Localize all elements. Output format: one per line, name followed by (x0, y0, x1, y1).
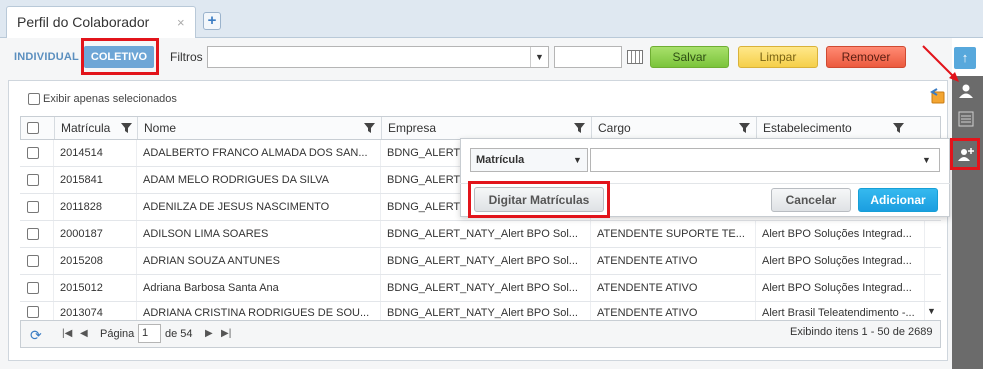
add-tab-button[interactable]: + (203, 12, 221, 30)
cell-cargo: ATENDENTE ATIVO (591, 248, 756, 274)
list-icon[interactable] (955, 108, 977, 130)
highlight-box-coletivo (81, 38, 159, 75)
cell-matricula: 2015208 (54, 248, 137, 274)
only-selected-label: Exibir apenas selecionados (43, 93, 177, 105)
filter-icon[interactable] (574, 123, 585, 133)
row-select-cell (20, 275, 54, 301)
filter-icon[interactable] (739, 123, 750, 133)
row-select-cell (20, 167, 54, 193)
remove-button[interactable]: Remover (826, 46, 906, 68)
date-input[interactable] (554, 46, 622, 68)
table-row[interactable]: 2015012 Adriana Barbosa Santa Ana BDNG_A… (20, 275, 941, 302)
row-select-cell (20, 140, 54, 166)
filters-select[interactable] (207, 46, 549, 68)
row-select-cell (20, 194, 54, 220)
table-row[interactable]: 2015208 ADRIAN SOUZA ANTUNES BDNG_ALERT_… (20, 248, 941, 275)
cell-nome: ADAM MELO RODRIGUES DA SILVA (137, 167, 381, 193)
row-checkbox[interactable] (27, 174, 39, 186)
add-button[interactable]: Adicionar (858, 188, 938, 212)
cell-nome: ADALBERTO FRANCO ALMADA DOS SAN... (137, 140, 381, 166)
cell-matricula: 2015841 (54, 167, 137, 193)
pager-info: Exibindo itens 1 - 50 de 2689 (790, 326, 933, 338)
cell-empresa: BDNG_ALERT_NATY_Alert BPO Sol... (381, 302, 591, 320)
select-all-header (21, 117, 55, 139)
cell-cargo: ATENDENTE ATIVO (591, 302, 756, 320)
row-select-cell (20, 302, 54, 320)
column-header-label: Matrícula (61, 121, 111, 135)
cell-estabelecimento: Alert BPO Soluções Integrad... (756, 275, 925, 301)
cell-nome: ADRIAN SOUZA ANTUNES (137, 248, 381, 274)
last-page-icon[interactable]: ▶| (221, 328, 231, 339)
cell-empresa: BDNG_ALERT_NATY_Alert BPO Sol... (381, 248, 591, 274)
row-checkbox[interactable] (27, 228, 39, 240)
select-all-checkbox[interactable] (27, 122, 39, 134)
cell-empresa: BDNG_ALERT_NATY_Alert BPO Sol... (381, 221, 591, 247)
column-header-matricula[interactable]: Matrícula (55, 117, 138, 139)
tab-perfil-colaborador[interactable]: Perfil do Colaborador × (6, 6, 196, 39)
clear-button[interactable]: Limpar (738, 46, 818, 68)
tab-title: Perfil do Colaborador (17, 14, 150, 30)
row-select-cell (20, 221, 54, 247)
mode-individual-tab[interactable]: INDIVIDUAL (14, 51, 79, 63)
next-page-icon[interactable]: ▶ (205, 328, 213, 339)
scroll-down-icon[interactable]: ▼ (927, 306, 936, 316)
cell-cargo: ATENDENTE ATIVO (591, 275, 756, 301)
cell-matricula: 2014514 (54, 140, 137, 166)
cell-matricula: 2015012 (54, 275, 137, 301)
row-checkbox[interactable] (27, 255, 39, 267)
page-label: Página (100, 328, 135, 340)
cell-estabelecimento: Alert BPO Soluções Integrad... (756, 221, 925, 247)
cell-nome: ADENILZA DE JESUS NASCIMENTO (137, 194, 381, 220)
calendar-icon[interactable] (627, 50, 643, 64)
chevron-down-icon[interactable]: ▼ (922, 148, 931, 172)
page-input[interactable]: 1 (138, 324, 161, 343)
page-total: de 54 (165, 328, 193, 340)
column-header-estabelecimento[interactable]: Estabelecimento (757, 117, 926, 139)
grid-header: Matrícula Nome Empresa Cargo Estabelecim… (20, 116, 941, 140)
cell-matricula: 2013074 (54, 302, 137, 320)
cell-matricula: 2011828 (54, 194, 137, 220)
refresh-icon[interactable]: ⟳ (30, 327, 42, 344)
first-page-icon[interactable]: |◀ (62, 328, 72, 339)
column-header-cargo[interactable]: Cargo (592, 117, 757, 139)
chevron-down-icon[interactable]: ▼ (573, 148, 582, 172)
cancel-button[interactable]: Cancelar (771, 188, 851, 212)
row-checkbox[interactable] (27, 147, 39, 159)
cell-estabelecimento: Alert BPO Soluções Integrad... (756, 248, 925, 274)
cell-estabelecimento: Alert Brasil Teleatendimento -... (756, 302, 925, 320)
column-header-nome[interactable]: Nome (138, 117, 382, 139)
cell-nome: ADILSON LIMA SOARES (137, 221, 381, 247)
only-selected-checkbox[interactable] (28, 93, 40, 105)
close-icon[interactable]: × (177, 15, 185, 30)
column-header-empresa[interactable]: Empresa (382, 117, 592, 139)
row-checkbox[interactable] (27, 201, 39, 213)
annotation-arrow-icon (922, 45, 959, 82)
field-select[interactable]: Matrícula (470, 148, 588, 172)
cell-matricula: 2000187 (54, 221, 137, 247)
filter-icon[interactable] (121, 123, 132, 133)
prev-page-icon[interactable]: ◀ (80, 328, 88, 339)
chevron-down-icon[interactable]: ▼ (530, 47, 548, 67)
highlight-box-enter-ids (468, 181, 610, 218)
column-header-label: Cargo (598, 121, 631, 135)
cell-nome: Adriana Barbosa Santa Ana (137, 275, 381, 301)
row-select-cell (20, 248, 54, 274)
column-header-label: Nome (144, 121, 177, 135)
filter-icon[interactable] (893, 123, 904, 133)
highlight-box-add-person (950, 138, 980, 170)
column-header-label: Empresa (388, 121, 437, 135)
cell-empresa: BDNG_ALERT_NATY_Alert BPO Sol... (381, 275, 591, 301)
row-checkbox[interactable] (27, 306, 39, 318)
column-header-label: Estabelecimento (763, 121, 852, 135)
cell-nome: ADRIANA CRISTINA RODRIGUES DE SOU... (137, 302, 381, 320)
filter-icon[interactable] (364, 123, 375, 133)
cell-cargo: ATENDENTE SUPORTE TE... (591, 221, 756, 247)
filters-label: Filtros (170, 50, 203, 64)
table-row[interactable]: 2000187 ADILSON LIMA SOARES BDNG_ALERT_N… (20, 221, 941, 248)
value-input[interactable] (590, 148, 940, 172)
table-row[interactable]: 2013074 ADRIANA CRISTINA RODRIGUES DE SO… (20, 302, 941, 320)
row-checkbox[interactable] (27, 282, 39, 294)
save-button[interactable]: Salvar (650, 46, 729, 68)
